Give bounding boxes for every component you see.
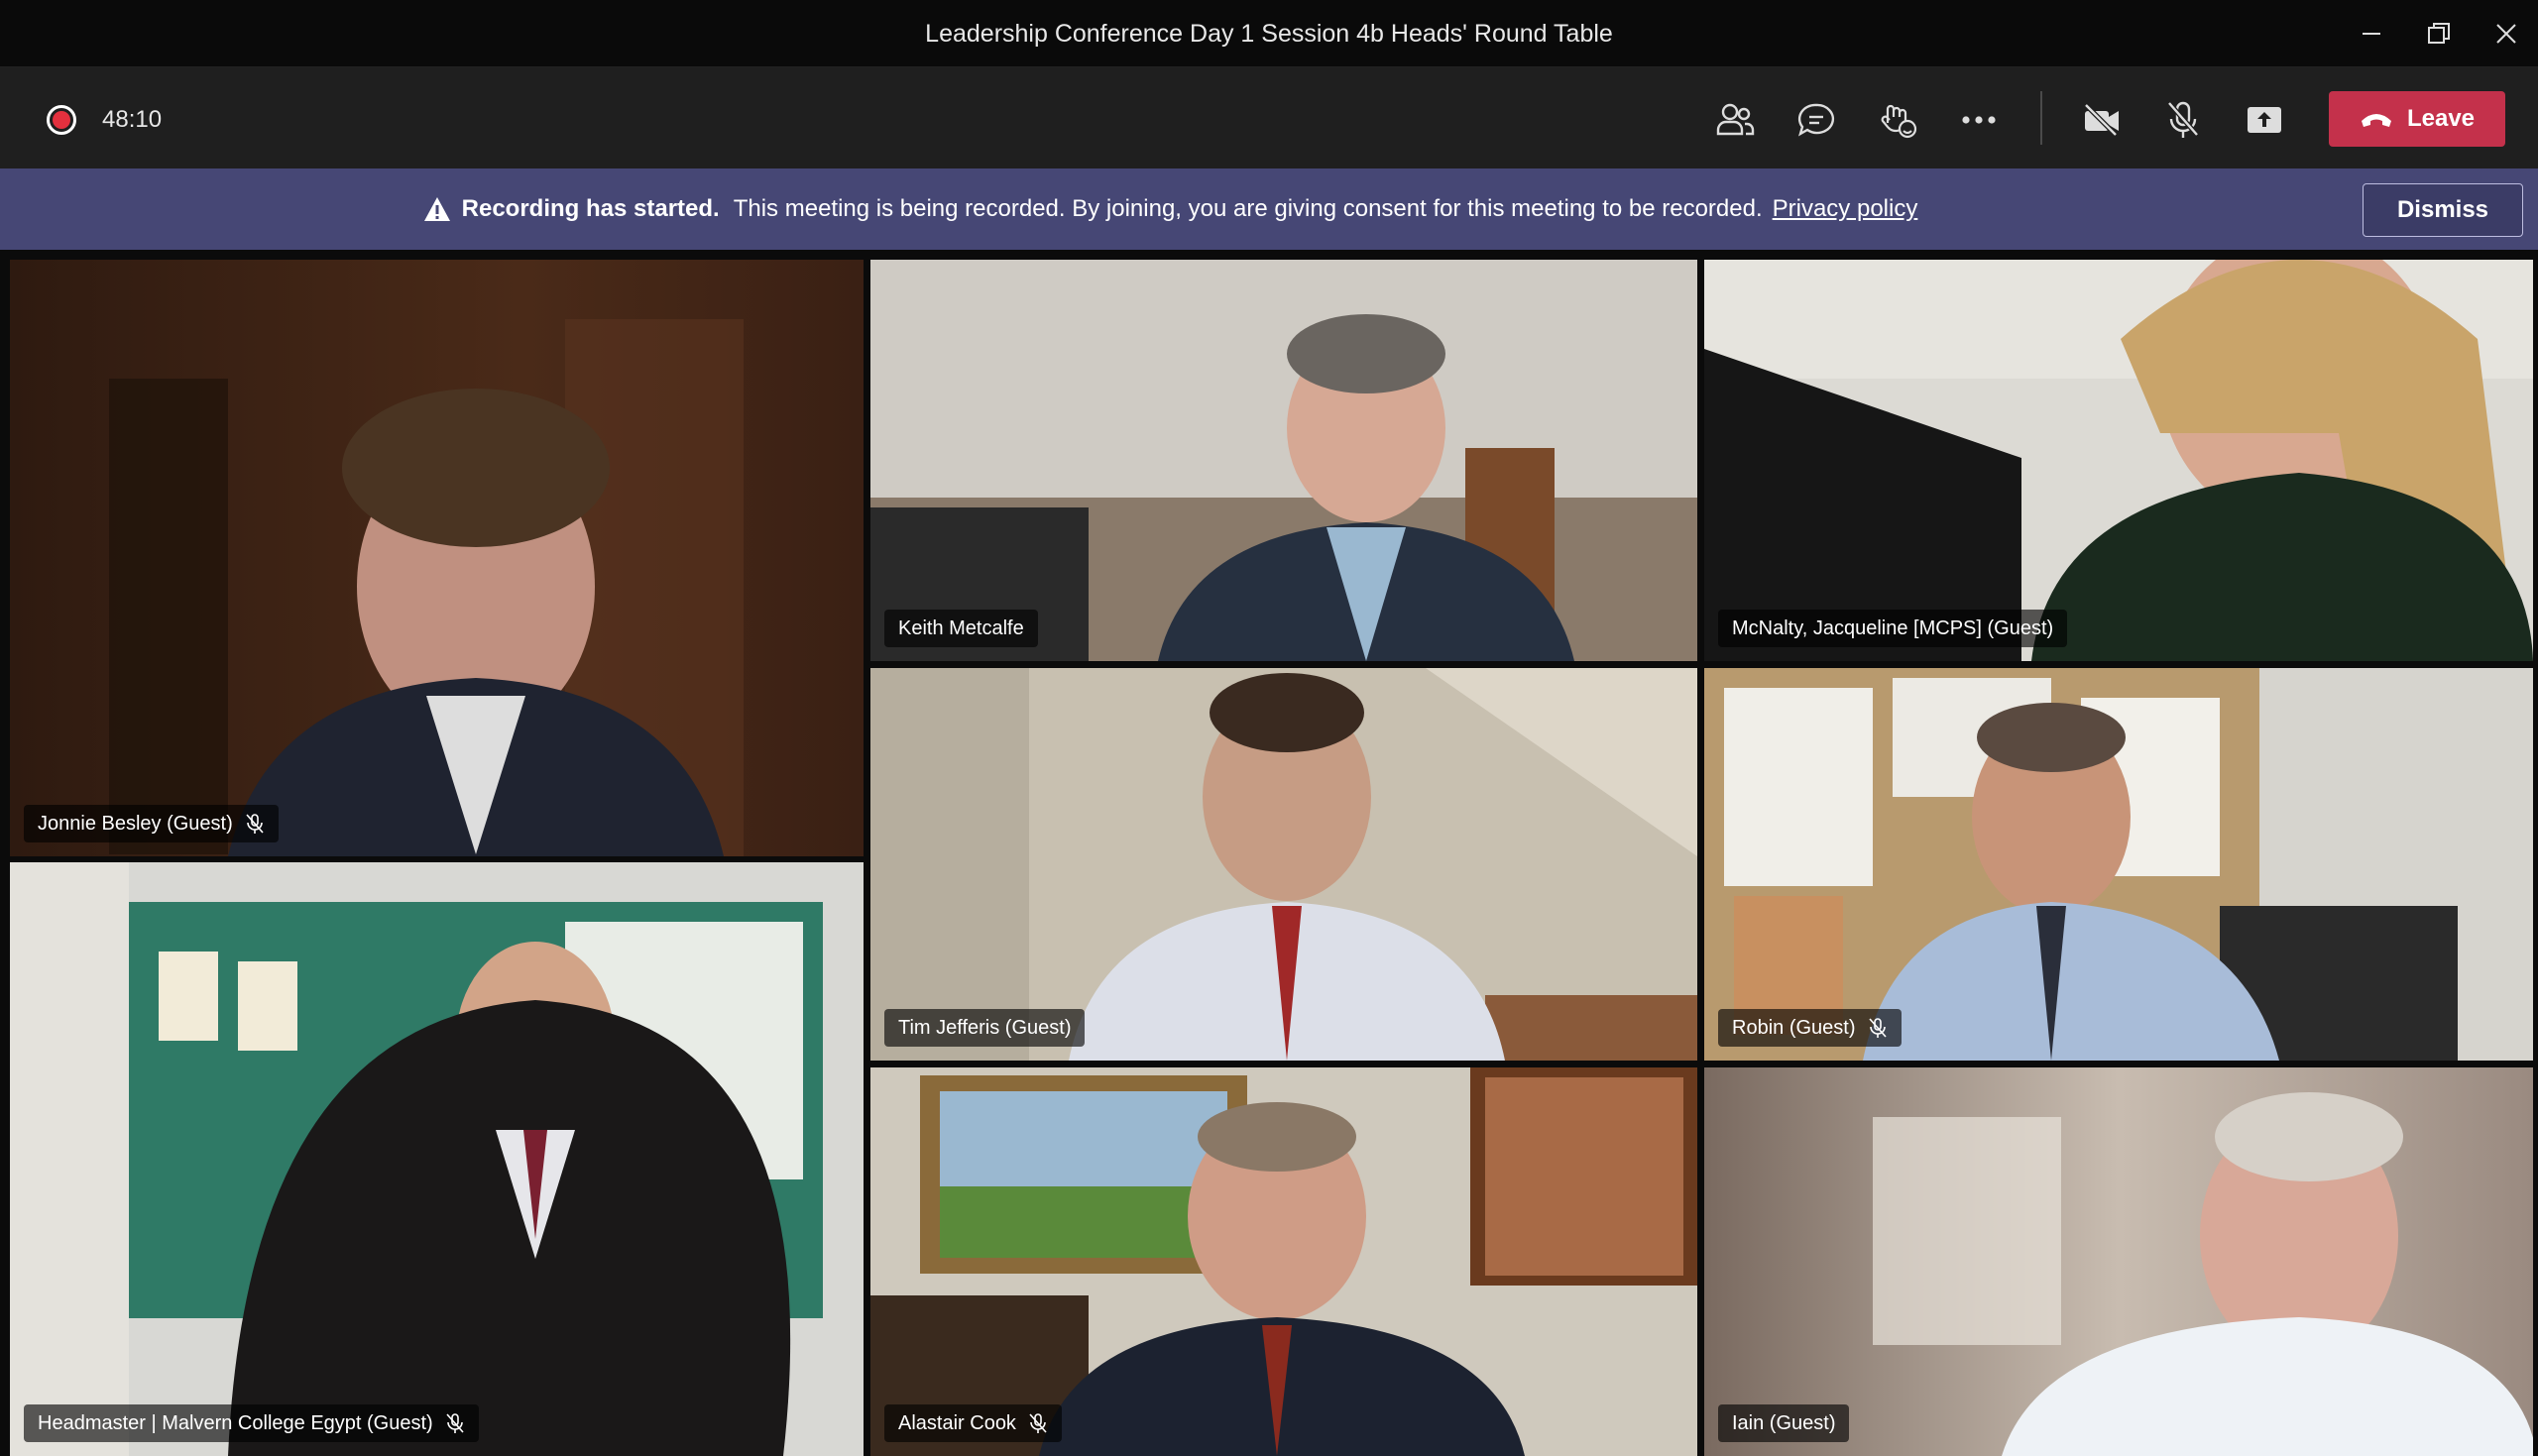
video-feed: [1704, 668, 2533, 1061]
video-tile-jacqueline-mcnalty[interactable]: McNalty, Jacqueline [MCPS] (Guest): [1704, 260, 2533, 661]
mic-muted-icon: [246, 814, 264, 834]
video-feed: [1704, 260, 2533, 661]
camera-off-icon: [2084, 103, 2119, 137]
video-tile-keith-metcalfe[interactable]: Keith Metcalfe: [870, 260, 1697, 661]
participants-icon: [1716, 103, 1755, 136]
video-tile-alastair-cook[interactable]: Alastair Cook: [870, 1067, 1697, 1456]
participant-name-tag: Alastair Cook: [884, 1404, 1062, 1442]
camera-toggle-button[interactable]: [2072, 95, 2132, 145]
participant-name: Keith Metcalfe: [898, 616, 1024, 639]
mic-muted-icon: [446, 1413, 464, 1433]
participant-name-tag: Tim Jefferis (Guest): [884, 1009, 1086, 1047]
participant-name: Headmaster | Malvern College Egypt (Gues…: [38, 1411, 433, 1434]
video-tile-iain[interactable]: Iain (Guest): [1704, 1067, 2533, 1456]
chat-icon: [1797, 103, 1835, 137]
recording-indicator-icon: [47, 105, 76, 135]
restore-icon: [2428, 23, 2450, 44]
close-button[interactable]: [2479, 14, 2534, 54]
warning-icon: [423, 197, 450, 221]
minimize-button[interactable]: [2344, 14, 2399, 54]
participant-name-tag: Keith Metcalfe: [884, 610, 1038, 647]
toolbar-divider: [2040, 91, 2042, 145]
dismiss-button[interactable]: Dismiss: [2363, 183, 2523, 237]
reactions-button[interactable]: [1868, 95, 1927, 145]
leave-button[interactable]: Leave: [2329, 91, 2505, 147]
more-options-button[interactable]: [1949, 95, 2009, 145]
participant-name-tag: Robin (Guest): [1718, 1009, 1902, 1047]
meeting-timer: 48:10: [102, 106, 163, 133]
video-tile-tim-jefferis[interactable]: Tim Jefferis (Guest): [870, 668, 1697, 1061]
share-screen-icon: [2248, 107, 2281, 133]
video-feed: [10, 260, 864, 856]
mic-muted-icon: [2167, 101, 2199, 138]
more-options-icon: [1962, 116, 1996, 124]
close-icon: [2496, 24, 2516, 44]
video-tile-robin[interactable]: Robin (Guest): [1704, 668, 2533, 1061]
window-title: Leadership Conference Day 1 Session 4b H…: [925, 20, 1613, 48]
video-feed: [870, 668, 1697, 1061]
minimize-icon: [2363, 33, 2380, 35]
chat-button[interactable]: [1787, 95, 1846, 145]
participant-name: McNalty, Jacqueline [MCPS] (Guest): [1732, 616, 2054, 639]
participant-name-tag: Iain (Guest): [1718, 1404, 1850, 1442]
participant-name: Iain (Guest): [1732, 1411, 1836, 1434]
participant-name-tag: Jonnie Besley (Guest): [24, 805, 279, 842]
participant-name: Alastair Cook: [898, 1411, 1016, 1434]
participant-name-tag: Headmaster | Malvern College Egypt (Gues…: [24, 1404, 479, 1442]
participants-button[interactable]: [1705, 95, 1765, 145]
participant-name-tag: McNalty, Jacqueline [MCPS] (Guest): [1718, 610, 2068, 647]
banner-message: This meeting is being recorded. By joini…: [733, 195, 1763, 222]
video-feed: [870, 1067, 1697, 1456]
share-screen-button[interactable]: [2235, 95, 2294, 145]
participant-name: Jonnie Besley (Guest): [38, 812, 233, 835]
reactions-icon: [1881, 104, 1917, 139]
mic-muted-icon: [1868, 1018, 1887, 1038]
video-feed: [10, 862, 864, 1456]
restore-button[interactable]: [2411, 14, 2467, 54]
phone-hangup-icon: [2361, 114, 2391, 127]
participant-name: Tim Jefferis (Guest): [898, 1016, 1072, 1039]
title-bar: Leadership Conference Day 1 Session 4b H…: [0, 0, 2538, 67]
mic-toggle-button[interactable]: [2153, 95, 2213, 145]
recording-banner: Recording has started. This meeting is b…: [0, 168, 2538, 250]
mic-muted-icon: [1029, 1413, 1047, 1433]
leave-label: Leave: [2406, 105, 2476, 132]
video-tile-jonnie-besley[interactable]: Jonnie Besley (Guest): [10, 260, 864, 856]
video-feed: [1704, 1067, 2533, 1456]
banner-title: Recording has started.: [461, 195, 720, 222]
video-tile-headmaster-malvern[interactable]: Headmaster | Malvern College Egypt (Gues…: [10, 862, 864, 1456]
privacy-policy-link[interactable]: Privacy policy: [1773, 195, 1918, 223]
participant-name: Robin (Guest): [1732, 1016, 1856, 1039]
video-feed: [870, 260, 1697, 661]
